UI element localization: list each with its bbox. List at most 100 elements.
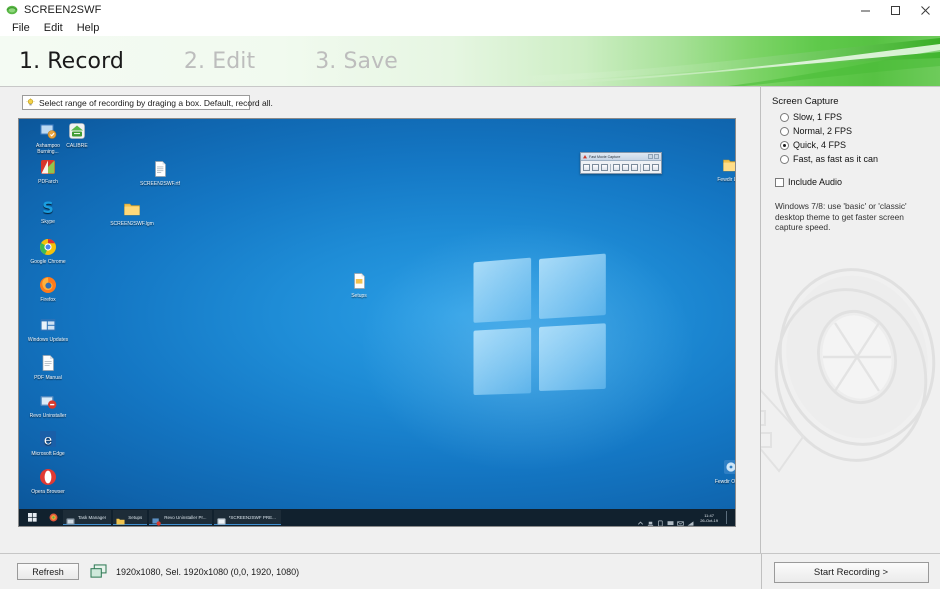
desktop-taskbar: Task Manager Setups Revo Uninstaller Pr.… [19,509,735,526]
disc-icon [721,457,735,477]
radio-button[interactable] [780,126,789,136]
menu-file[interactable]: File [5,20,37,36]
main-body: Select range of recording by draging a b… [0,87,940,553]
windows-logo-wallpaper [473,251,607,397]
window-controls [850,0,940,20]
revo-icon [152,513,162,526]
taskbar-item-task-manager[interactable]: Task Manager [63,510,112,525]
desktop-icon-label: Windows Updates [27,337,69,343]
capture-toolbar-window[interactable]: Fast Movie Capture [580,152,662,174]
skype-icon: S [38,197,58,217]
capture-window-controls[interactable] [648,154,659,159]
svg-text:S: S [42,198,54,217]
taskbar-item-screen2swf[interactable]: *SCREEN2SWF PRE... [213,510,281,525]
radio-option-slow[interactable]: Slow, 1 FPS [780,112,940,122]
tab-edit[interactable]: 2. Edit [184,49,255,74]
desktop-icon-label: CALIBRE [66,143,88,149]
desktop-icon-label: Google Chrome [30,259,66,265]
footer-bar: Refresh 1920x1080, Sel. 1920x1080 (0,0, … [0,553,940,589]
capture-settings-panel: Screen Capture Slow, 1 FPS Normal, 2 FPS… [760,87,940,553]
radio-button[interactable] [780,112,789,122]
desktop-icon-folder-logs[interactable]: Fewdir Logs [708,155,735,183]
desktop-icon-folder-docs[interactable]: SCREEN2SWF.lgm [109,199,155,227]
folder-icon [721,155,735,175]
monitor-select-icon[interactable] [90,564,107,579]
minimize-button[interactable] [850,0,880,20]
menu-edit[interactable]: Edit [37,20,70,36]
lightbulb-icon [26,98,35,107]
taskbar-item-revo[interactable]: Revo Uninstaller Pr... [149,510,212,526]
task-manager-icon [66,513,75,525]
radio-option-normal[interactable]: Normal, 2 FPS [780,126,940,136]
toolbar-separator [640,163,641,172]
capture-tool-2[interactable] [592,164,599,171]
taskbar-item-label: *SCREEN2SWF PRE... [228,514,276,520]
desktop-icon-edge[interactable]: e Microsoft Edge [25,429,71,457]
monitor-icon[interactable] [667,514,674,526]
capture-tool-5[interactable] [622,164,629,171]
taskbar-clock[interactable]: 11:47 26-Oct-19 [700,513,718,523]
film-reel-watermark [761,268,936,473]
folder-icon [116,513,125,525]
tab-record[interactable]: 1. Record [19,49,124,74]
start-recording-button[interactable]: Start Recording > [773,561,929,583]
desktop-icon-chrome[interactable]: Google Chrome [25,237,71,265]
radio-option-quick[interactable]: Quick, 4 FPS [780,140,940,150]
desktop-icon-calibre[interactable]: CALIBRE [54,121,100,149]
capture-tool-3[interactable] [601,164,608,171]
desktop-icon-firefox[interactable]: Firefox [25,275,71,303]
mail-icon[interactable] [677,514,685,526]
chrome-icon [38,237,58,257]
step-tabs: 1. Record 2. Edit 3. Save [0,36,940,86]
desktop-icon-label: SCREEN2SWF.rtf [139,181,180,187]
taskbar-item-setups[interactable]: Setups [113,510,148,525]
menu-help[interactable]: Help [70,20,107,36]
desktop-icon-revo[interactable]: Revo Uninstaller [25,391,71,419]
onedrive-icon[interactable] [647,514,654,526]
desktop-icon-opera[interactable]: Opera Browser [25,467,71,495]
capture-tool-6[interactable] [631,164,638,171]
doc-icon [38,353,58,373]
desktop-icon-manual[interactable]: PDF Manual [25,353,71,381]
theme-note-text: Windows 7/8: use 'basic' or 'classic' de… [775,201,907,232]
app-logo-icon [6,4,18,16]
close-button[interactable] [910,0,940,20]
desktop-icon-label: Microsoft Edge [31,451,65,457]
desktop-preview[interactable]: Ashampoo Burning... CALIBRE PDFarch S Sk… [18,118,736,527]
radio-option-fast[interactable]: Fast, as fast as it can [780,154,940,164]
desktop-icon-disc[interactable]: Fewdir On Lyn [708,457,735,485]
windows-start-icon[interactable] [21,509,43,526]
desktop-icon-skype[interactable]: S Skype [25,197,71,225]
refresh-button[interactable]: Refresh [17,563,79,580]
capture-tool-7[interactable] [643,164,650,171]
battery-icon[interactable] [657,514,664,526]
radio-button-selected[interactable] [780,140,789,150]
desktop-icon-label: Revo Uninstaller [29,413,67,419]
desktop-icon-pdfarch[interactable]: PDFarch [25,157,71,185]
include-audio-checkbox[interactable] [775,177,784,187]
desktop-icon-label: PDF Manual [34,375,62,381]
panel-title: Screen Capture [772,96,839,107]
chevron-up-icon[interactable] [637,514,644,525]
doc-icon [150,159,170,179]
tab-save[interactable]: 3. Save [315,49,398,74]
desktop-icon-label: Firefox [40,297,56,303]
show-desktop-icon[interactable] [726,511,732,524]
desktop-icon-center-doc[interactable]: Setups [336,271,382,299]
maximize-button[interactable] [880,0,910,20]
desktop-icon-windows-updates[interactable]: Windows Updates [25,315,71,343]
capture-toolbar-buttons[interactable] [581,161,661,174]
capture-tool-4[interactable] [613,164,620,171]
hint-text: Select range of recording by draging a b… [39,97,273,108]
window-icon [38,315,58,335]
header-banner: 1. Record 2. Edit 3. Save [0,36,940,87]
network-icon[interactable] [687,514,694,526]
capture-tool-8[interactable] [652,164,659,171]
title-bar: SCREEN2SWF [0,0,940,20]
radio-button[interactable] [780,154,789,164]
desktop-icon-rtf-doc[interactable]: SCREEN2SWF.rtf [137,159,183,187]
include-audio-checkbox-row[interactable]: Include Audio [775,177,940,187]
capture-tool-1[interactable] [583,164,590,171]
cortana-icon[interactable] [43,509,63,526]
dimensions-text: 1920x1080, Sel. 1920x1080 (0,0, 1920, 10… [116,566,300,577]
